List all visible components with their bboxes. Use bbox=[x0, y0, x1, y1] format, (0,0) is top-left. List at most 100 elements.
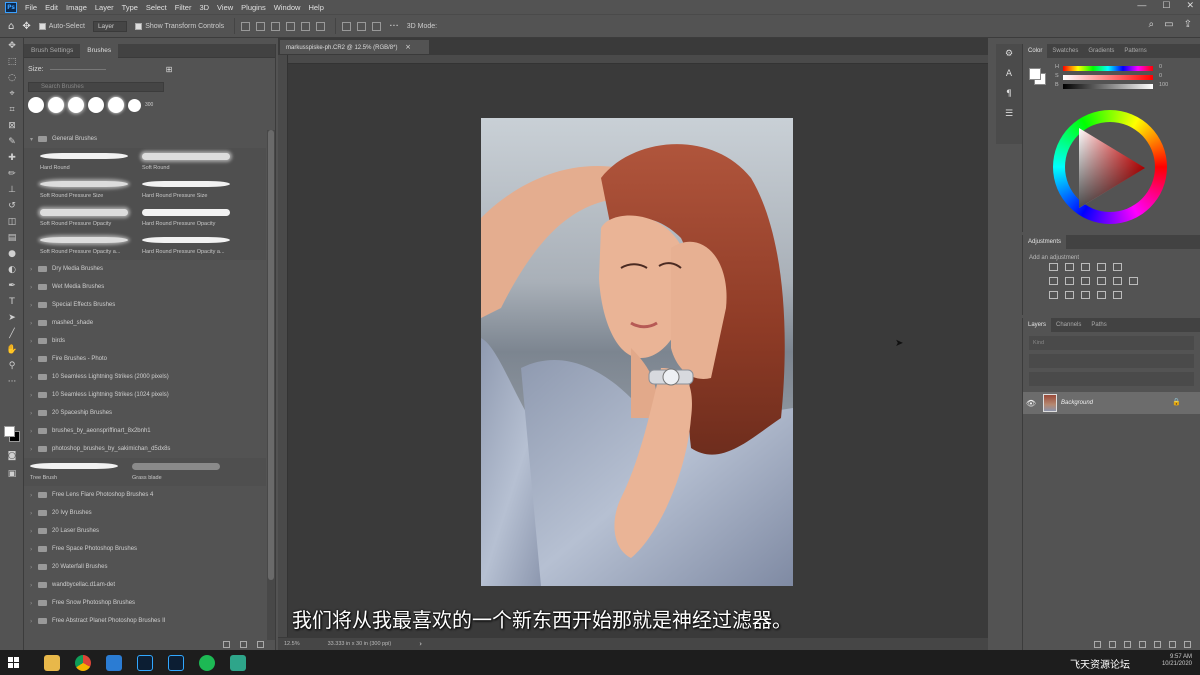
brush-preset[interactable]: Hard Round Pressure Opacity bbox=[140, 204, 240, 232]
menu-select[interactable]: Select bbox=[142, 3, 171, 12]
brush-folder[interactable]: › Wet Media Brushes bbox=[24, 278, 266, 296]
lock-controls[interactable] bbox=[1029, 372, 1194, 386]
search-icon[interactable]: ⌕ bbox=[1149, 19, 1155, 30]
show-transform-checkbox[interactable]: Show Transform Controls bbox=[135, 22, 224, 30]
system-clock[interactable]: 9:57 AM 10/21/2020 bbox=[1162, 654, 1192, 668]
move-tool-icon[interactable]: ✥ bbox=[0, 38, 24, 54]
mail-icon[interactable] bbox=[106, 654, 122, 671]
link-layers-icon[interactable] bbox=[1094, 640, 1101, 648]
color-triangle[interactable] bbox=[1069, 120, 1151, 214]
lasso-tool-icon[interactable]: ◌ bbox=[0, 70, 24, 86]
brush-preset[interactable]: Grass blade bbox=[130, 458, 230, 486]
brush-folder[interactable]: › brushes_by_aeonspriffinart_8x2bnh1 bbox=[24, 422, 266, 440]
color-lookup-icon[interactable] bbox=[1129, 277, 1138, 285]
tab-adjustments[interactable]: Adjustments bbox=[1023, 235, 1067, 249]
brush-folder[interactable]: › Fire Brushes - Photo bbox=[24, 350, 266, 368]
brush-tip[interactable] bbox=[28, 97, 44, 113]
paragraph-icon[interactable]: ¶ bbox=[996, 84, 1022, 104]
brush-preset[interactable]: Soft Round Pressure Opacity a... bbox=[38, 232, 138, 260]
image-canvas[interactable] bbox=[481, 118, 793, 586]
dodge-tool-icon[interactable]: ◐ bbox=[0, 262, 24, 278]
vibrance-icon[interactable] bbox=[1113, 263, 1122, 271]
lock-icon[interactable]: 🔒 bbox=[1172, 398, 1181, 406]
tab-gradients[interactable]: Gradients bbox=[1083, 44, 1119, 58]
scroll-thumb[interactable] bbox=[268, 130, 274, 580]
layer-style-icon[interactable] bbox=[1109, 640, 1116, 648]
adjustment-layer-icon[interactable] bbox=[1139, 640, 1146, 648]
menu-file[interactable]: File bbox=[21, 3, 41, 12]
tab-color[interactable]: Color bbox=[1023, 44, 1048, 58]
brush-preset[interactable]: Hard Round bbox=[38, 148, 138, 176]
blur-tool-icon[interactable]: ● bbox=[0, 246, 24, 262]
new-brush-icon[interactable] bbox=[240, 640, 247, 648]
object-select-tool-icon[interactable]: ⌖ bbox=[0, 86, 24, 102]
windows-start-icon[interactable] bbox=[8, 657, 22, 668]
align-bottom-icon[interactable] bbox=[271, 21, 281, 31]
brush-folder[interactable]: › Special Effects Brushes bbox=[24, 296, 266, 314]
brightness-slider[interactable]: B 100 bbox=[1055, 82, 1179, 91]
posterize-icon[interactable] bbox=[1065, 291, 1074, 299]
crop-tool-icon[interactable]: ⌗ bbox=[0, 102, 24, 118]
eye-icon[interactable]: 👁 bbox=[1023, 399, 1039, 408]
brush-tip[interactable] bbox=[68, 97, 84, 113]
brush-list-scrollbar[interactable] bbox=[267, 130, 275, 640]
brush-folder[interactable]: › mashed_shade bbox=[24, 314, 266, 332]
menu-edit[interactable]: Edit bbox=[41, 3, 62, 12]
auto-select-checkbox[interactable]: Auto-Select bbox=[38, 22, 85, 30]
trash-icon[interactable] bbox=[1184, 640, 1191, 648]
trash-icon[interactable] bbox=[257, 640, 264, 648]
menu-3d[interactable]: 3D bbox=[195, 3, 213, 12]
terminal-icon[interactable] bbox=[230, 654, 246, 671]
brush-folder[interactable]: › 20 Waterfall Brushes bbox=[24, 558, 266, 576]
distribute-icon[interactable] bbox=[357, 21, 367, 31]
add-mask-icon[interactable] bbox=[1124, 640, 1131, 648]
blend-mode-select[interactable] bbox=[1029, 354, 1194, 368]
path-select-tool-icon[interactable]: ➤ bbox=[0, 310, 24, 326]
workspace-icon[interactable]: ▭ bbox=[1164, 19, 1173, 30]
brush-tip[interactable] bbox=[48, 97, 64, 113]
brush-folder[interactable]: › 20 Spaceship Brushes bbox=[24, 404, 266, 422]
eraser-tool-icon[interactable]: ◫ bbox=[0, 214, 24, 230]
menu-type[interactable]: Type bbox=[118, 3, 142, 12]
layer-row[interactable]: 👁 Background 🔒 bbox=[1023, 392, 1200, 414]
close-button[interactable]: ✕ bbox=[1186, 0, 1194, 11]
menu-filter[interactable]: Filter bbox=[171, 3, 196, 12]
brush-folder[interactable]: › 20 Laser Brushes bbox=[24, 522, 266, 540]
brush-folder[interactable]: › Free Snow Photoshop Brushes bbox=[24, 594, 266, 612]
size-slider[interactable] bbox=[49, 68, 106, 70]
document-tab[interactable]: markusspiske-ph.CR2 @ 12.5% (RGB/8*) × bbox=[280, 40, 430, 54]
slider-value[interactable]: 0 bbox=[1159, 73, 1162, 79]
align-center-icon[interactable] bbox=[301, 21, 311, 31]
brush-preset[interactable]: Hard Round Pressure Size bbox=[140, 176, 240, 204]
zoom-tool-icon[interactable]: ⚲ bbox=[0, 358, 24, 374]
type-tool-icon[interactable]: T bbox=[0, 294, 24, 310]
levels-icon[interactable] bbox=[1065, 263, 1074, 271]
more-options-icon[interactable]: ··· bbox=[389, 21, 399, 32]
shape-tool-icon[interactable]: ╱ bbox=[0, 326, 24, 342]
tab-brush-settings[interactable]: Brush Settings bbox=[24, 44, 80, 58]
brush-tip[interactable] bbox=[108, 97, 124, 113]
frame-tool-icon[interactable]: ⊠ bbox=[0, 118, 24, 134]
lightroom-icon[interactable] bbox=[137, 654, 153, 671]
layer-filter-kind[interactable]: Kind bbox=[1029, 336, 1194, 350]
brush-preset[interactable]: Hard Round Pressure Opacity a... bbox=[140, 232, 240, 260]
move-tool-icon[interactable]: ✥ bbox=[22, 21, 30, 32]
threshold-icon[interactable] bbox=[1081, 291, 1090, 299]
color-balance-icon[interactable] bbox=[1065, 277, 1074, 285]
brush-search-input[interactable]: Search Brushes bbox=[28, 82, 164, 92]
align-top-icon[interactable] bbox=[241, 21, 251, 31]
brush-folder[interactable]: › wandbycellac.d1am-det bbox=[24, 576, 266, 594]
brush-folder[interactable]: › photoshop_brushes_by_sakimichan_d5dx8s bbox=[24, 440, 266, 458]
black-white-icon[interactable] bbox=[1081, 277, 1090, 285]
new-group-icon[interactable] bbox=[1154, 640, 1161, 648]
close-icon[interactable]: × bbox=[405, 43, 411, 51]
photoshop-icon[interactable] bbox=[168, 654, 184, 671]
selective-color-icon[interactable] bbox=[1113, 291, 1122, 299]
color-wheel[interactable] bbox=[1053, 110, 1167, 224]
tab-paths[interactable]: Paths bbox=[1086, 318, 1111, 332]
maximize-button[interactable]: ☐ bbox=[1162, 0, 1170, 11]
brightness-contrast-icon[interactable] bbox=[1049, 263, 1058, 271]
new-layer-icon[interactable] bbox=[1169, 640, 1176, 648]
brush-tip[interactable] bbox=[88, 97, 104, 113]
brush-folder[interactable]: › Dry Media Brushes bbox=[24, 260, 266, 278]
